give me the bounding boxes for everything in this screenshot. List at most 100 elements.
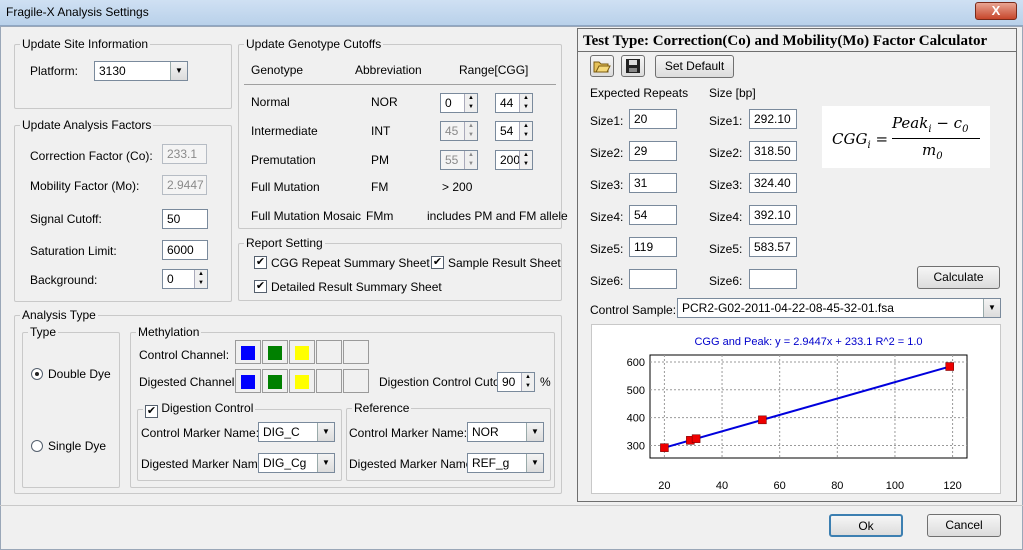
genotype-cutoffs-legend: Update Genotype Cutoffs [246,37,382,51]
size-bp-field[interactable] [749,269,797,289]
channel-swatch-blue[interactable] [235,369,261,393]
size-bp-field[interactable]: 324.40 [749,173,797,193]
digestion-cutoff-spinner[interactable]: 90 ▲ ▼ [497,372,535,392]
expected-repeat-field[interactable]: 31 [629,173,677,193]
platform-label: Platform: [30,64,79,78]
genotype-name: Normal [251,95,290,109]
repeat-row-label: Size4: [590,210,624,224]
dig-control-marker-select[interactable]: DIG_C ▼ [258,422,335,442]
channel-swatch-empty[interactable] [343,340,369,364]
control-sample-label: Control Sample: [590,303,677,317]
folder-open-icon [593,61,611,73]
expected-repeat-field[interactable] [629,269,677,289]
size-row-label: Size1: [709,114,743,128]
expected-repeat-field[interactable]: 54 [629,205,677,225]
detailed-summary-checkbox[interactable]: ✔ [254,280,267,293]
set-default-button[interactable]: Set Default [655,55,734,78]
open-button[interactable] [590,55,614,77]
dig-digested-marker-select[interactable]: DIG_Cg ▼ [258,453,335,473]
spin-arrows-icon[interactable]: ▲ ▼ [194,270,207,288]
ref-control-marker-select[interactable]: NOR ▼ [467,422,544,442]
channel-swatch-empty[interactable] [316,369,342,393]
digestion-control-legend: ✔ Digestion Control [143,401,255,418]
expected-repeat-field[interactable]: 119 [629,237,677,257]
genotype-name: Full Mutation [251,180,320,194]
formula-c-sub: 0 [962,124,969,135]
size-bp-field[interactable]: 292.10 [749,109,797,129]
normal-high-spinner[interactable]: 44 ▲ ▼ [495,93,533,113]
dig-control-marker-label: Control Marker Name: [141,426,260,440]
spin-arrows-icon[interactable]: ▲ ▼ [464,122,477,140]
control-sample-select[interactable]: PCR2-G02-2011-04-22-08-45-32-01.fsa ▼ [677,298,1001,318]
channel-swatch-empty[interactable] [316,340,342,364]
spin-arrows-icon[interactable]: ▲ ▼ [521,373,534,391]
size-bp-field[interactable]: 583.57 [749,237,797,257]
spin-arrows-icon[interactable]: ▲ ▼ [464,94,477,112]
control-sample-value: PCR2-G02-2011-04-22-08-45-32-01.fsa [682,301,894,315]
data-point [691,434,701,443]
size-row-label: Size6: [709,274,743,288]
single-dye-radio[interactable] [31,440,43,452]
mobility-factor-field[interactable]: 2.9447 [162,175,207,195]
premutation-high-spinner[interactable]: 200 ▲ ▼ [495,150,533,170]
intermediate-low-value: 45 [445,124,459,138]
channel-swatch-blue[interactable] [235,340,261,364]
dig-digested-marker-label: Digested Marker Name: [141,457,268,471]
window-title: Fragile-X Analysis Settings [6,5,149,19]
platform-select[interactable]: 3130 ▼ [94,61,188,81]
type-legend: Type [30,325,57,339]
spin-arrows-icon[interactable]: ▲ ▼ [519,94,532,112]
expected-repeat-field[interactable]: 20 [629,109,677,129]
size-row-label: Size2: [709,146,743,160]
ref-digested-marker-label: Digested Marker Name: [349,457,476,471]
x-tick-label: 60 [774,480,786,492]
spin-arrows-icon[interactable]: ▲ ▼ [519,122,532,140]
premutation-low-spinner[interactable]: 55 ▲ ▼ [440,150,478,170]
double-dye-radio[interactable] [31,368,43,380]
channel-swatch-green[interactable] [262,369,288,393]
formula-num: Peak [892,114,929,132]
x-tick-label: 80 [831,480,843,492]
ref-digested-marker-select[interactable]: REF_g ▼ [467,453,544,473]
channel-swatch-yellow[interactable] [289,340,315,364]
genotype-column-header: Genotype [251,63,304,77]
repeat-row-label: Size1: [590,114,624,128]
close-window-button[interactable]: X [975,2,1017,20]
repeat-row-label: Size5: [590,242,624,256]
premutation-low-value: 55 [445,153,459,167]
genotype-name: Intermediate [251,124,318,138]
analysis-type-legend: Analysis Type [22,308,96,322]
cgg-summary-checkbox[interactable]: ✔ [254,256,267,269]
normal-low-spinner[interactable]: 0 ▲ ▼ [440,93,478,113]
save-button[interactable] [621,55,645,77]
channel-swatch-green[interactable] [262,340,288,364]
size-row-label: Size5: [709,242,743,256]
saturation-limit-field[interactable]: 6000 [162,240,208,260]
sample-result-checkbox[interactable]: ✔ [431,256,444,269]
cgg-formula: CGGi = Peaki − c0 m0 [822,106,990,168]
intermediate-high-spinner[interactable]: 54 ▲ ▼ [495,121,533,141]
signal-cutoff-field[interactable]: 50 [162,209,208,229]
channel-swatch-empty[interactable] [343,369,369,393]
calculator-title: Test Type: Correction(Co) and Mobility(M… [583,33,988,49]
ok-button[interactable]: Ok [829,514,903,537]
background-spinner[interactable]: 0 ▲ ▼ [162,269,208,289]
floppy-disk-icon [626,59,640,73]
expected-repeat-field[interactable]: 29 [629,141,677,161]
correction-factor-field[interactable]: 233.1 [162,144,207,164]
platform-value: 3130 [99,64,126,78]
size-bp-field[interactable]: 392.10 [749,205,797,225]
digestion-control-checkbox[interactable]: ✔ [145,405,158,418]
spin-arrows-icon[interactable]: ▲ ▼ [464,151,477,169]
size-bp-field[interactable]: 318.50 [749,141,797,161]
calculate-button[interactable]: Calculate [917,266,1000,289]
formula-lhs-sub: i [867,140,871,151]
title-bar: Fragile-X Analysis Settings X [0,0,1023,26]
data-point [945,362,954,371]
digestion-cutoff-label: Digestion Control Cutoff: [379,375,510,389]
spin-arrows-icon[interactable]: ▲ ▼ [519,151,532,169]
mosaic-range: includes PM and FM allele [427,209,568,223]
channel-swatch-yellow[interactable] [289,369,315,393]
cancel-button[interactable]: Cancel [927,514,1001,537]
intermediate-low-spinner[interactable]: 45 ▲ ▼ [440,121,478,141]
